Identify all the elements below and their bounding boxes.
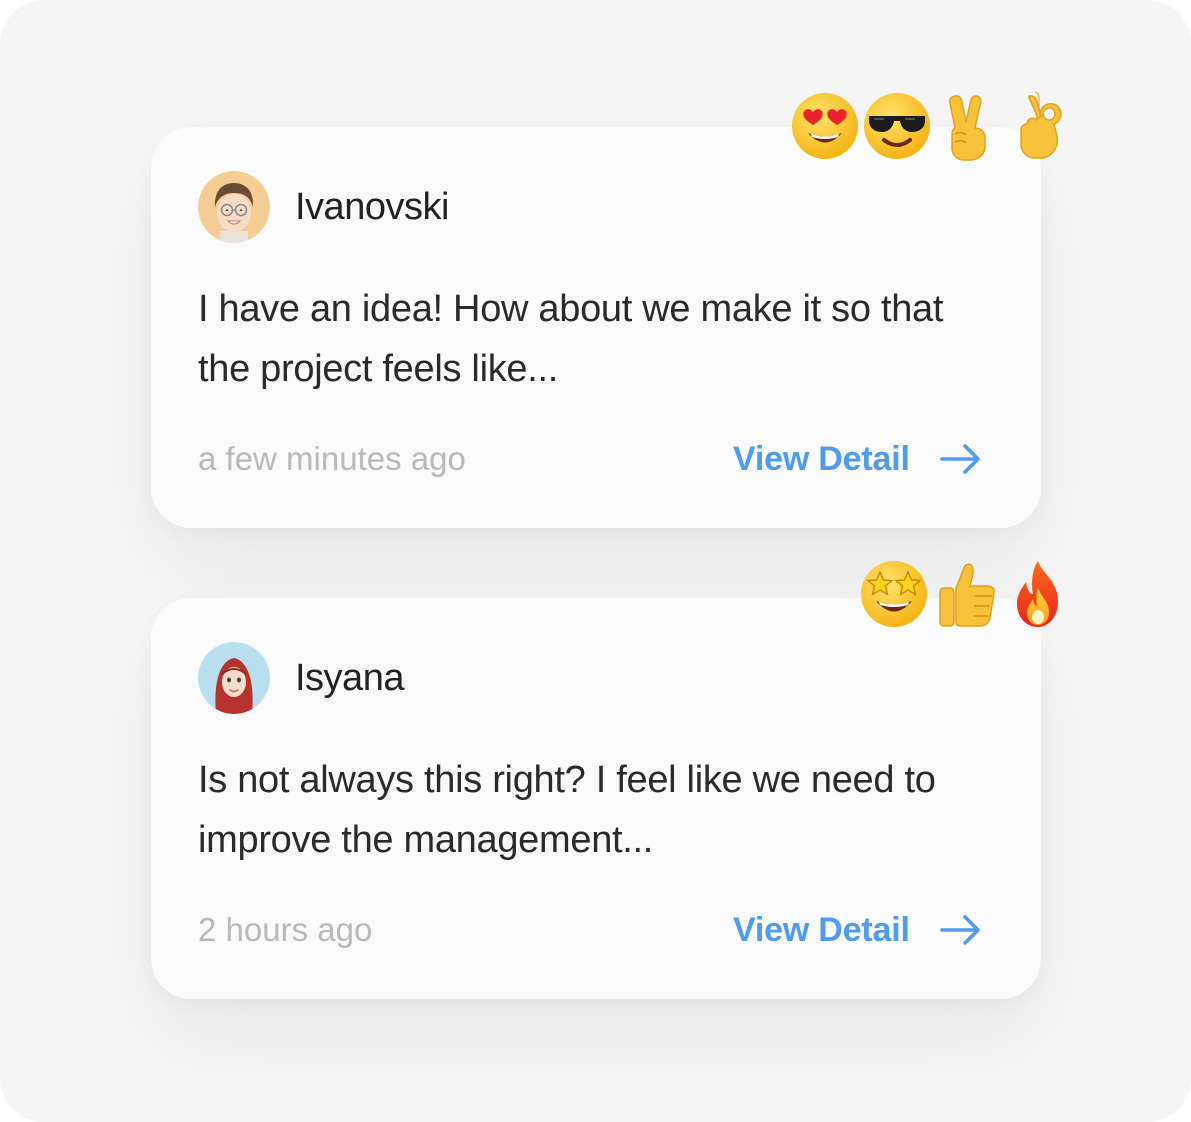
user-name: Isyana (295, 657, 404, 699)
timestamp: 2 hours ago (198, 911, 373, 948)
reaction-group (858, 558, 1074, 630)
view-detail-label: View Detail (733, 910, 910, 949)
ok-hand-emoji-icon[interactable] (1005, 90, 1077, 162)
comment-text: I have an idea! How about we make it so … (198, 288, 944, 390)
view-detail-label: View Detail (733, 439, 910, 478)
memoji-hijab-icon (198, 642, 270, 714)
arrow-right-icon (939, 444, 980, 474)
view-detail-link[interactable]: View Detail (733, 432, 982, 486)
heart-eyes-emoji-icon[interactable] (789, 90, 861, 162)
avatar (198, 642, 270, 714)
comments-panel: Ivanovski I have an idea! How about we m… (0, 0, 1191, 1122)
view-detail-link[interactable]: View Detail (733, 903, 982, 957)
timestamp: a few minutes ago (198, 440, 466, 477)
sunglasses-emoji-icon[interactable] (861, 90, 933, 162)
victory-hand-emoji-icon[interactable] (933, 90, 1005, 162)
arrow-right-icon (939, 915, 980, 945)
star-struck-emoji-icon[interactable] (858, 558, 930, 630)
comment-card: Ivanovski I have an idea! How about we m… (151, 127, 1041, 528)
fire-emoji-icon[interactable] (1002, 558, 1074, 630)
comment-text: Is not always this right? I feel like we… (198, 759, 936, 861)
memoji-glasses-icon (198, 171, 270, 243)
avatar (198, 171, 270, 243)
comment-card: Isyana Is not always this right? I feel … (151, 598, 1041, 999)
reaction-group (789, 90, 1077, 162)
thumbs-up-emoji-icon[interactable] (930, 558, 1002, 630)
user-name: Ivanovski (295, 186, 449, 228)
